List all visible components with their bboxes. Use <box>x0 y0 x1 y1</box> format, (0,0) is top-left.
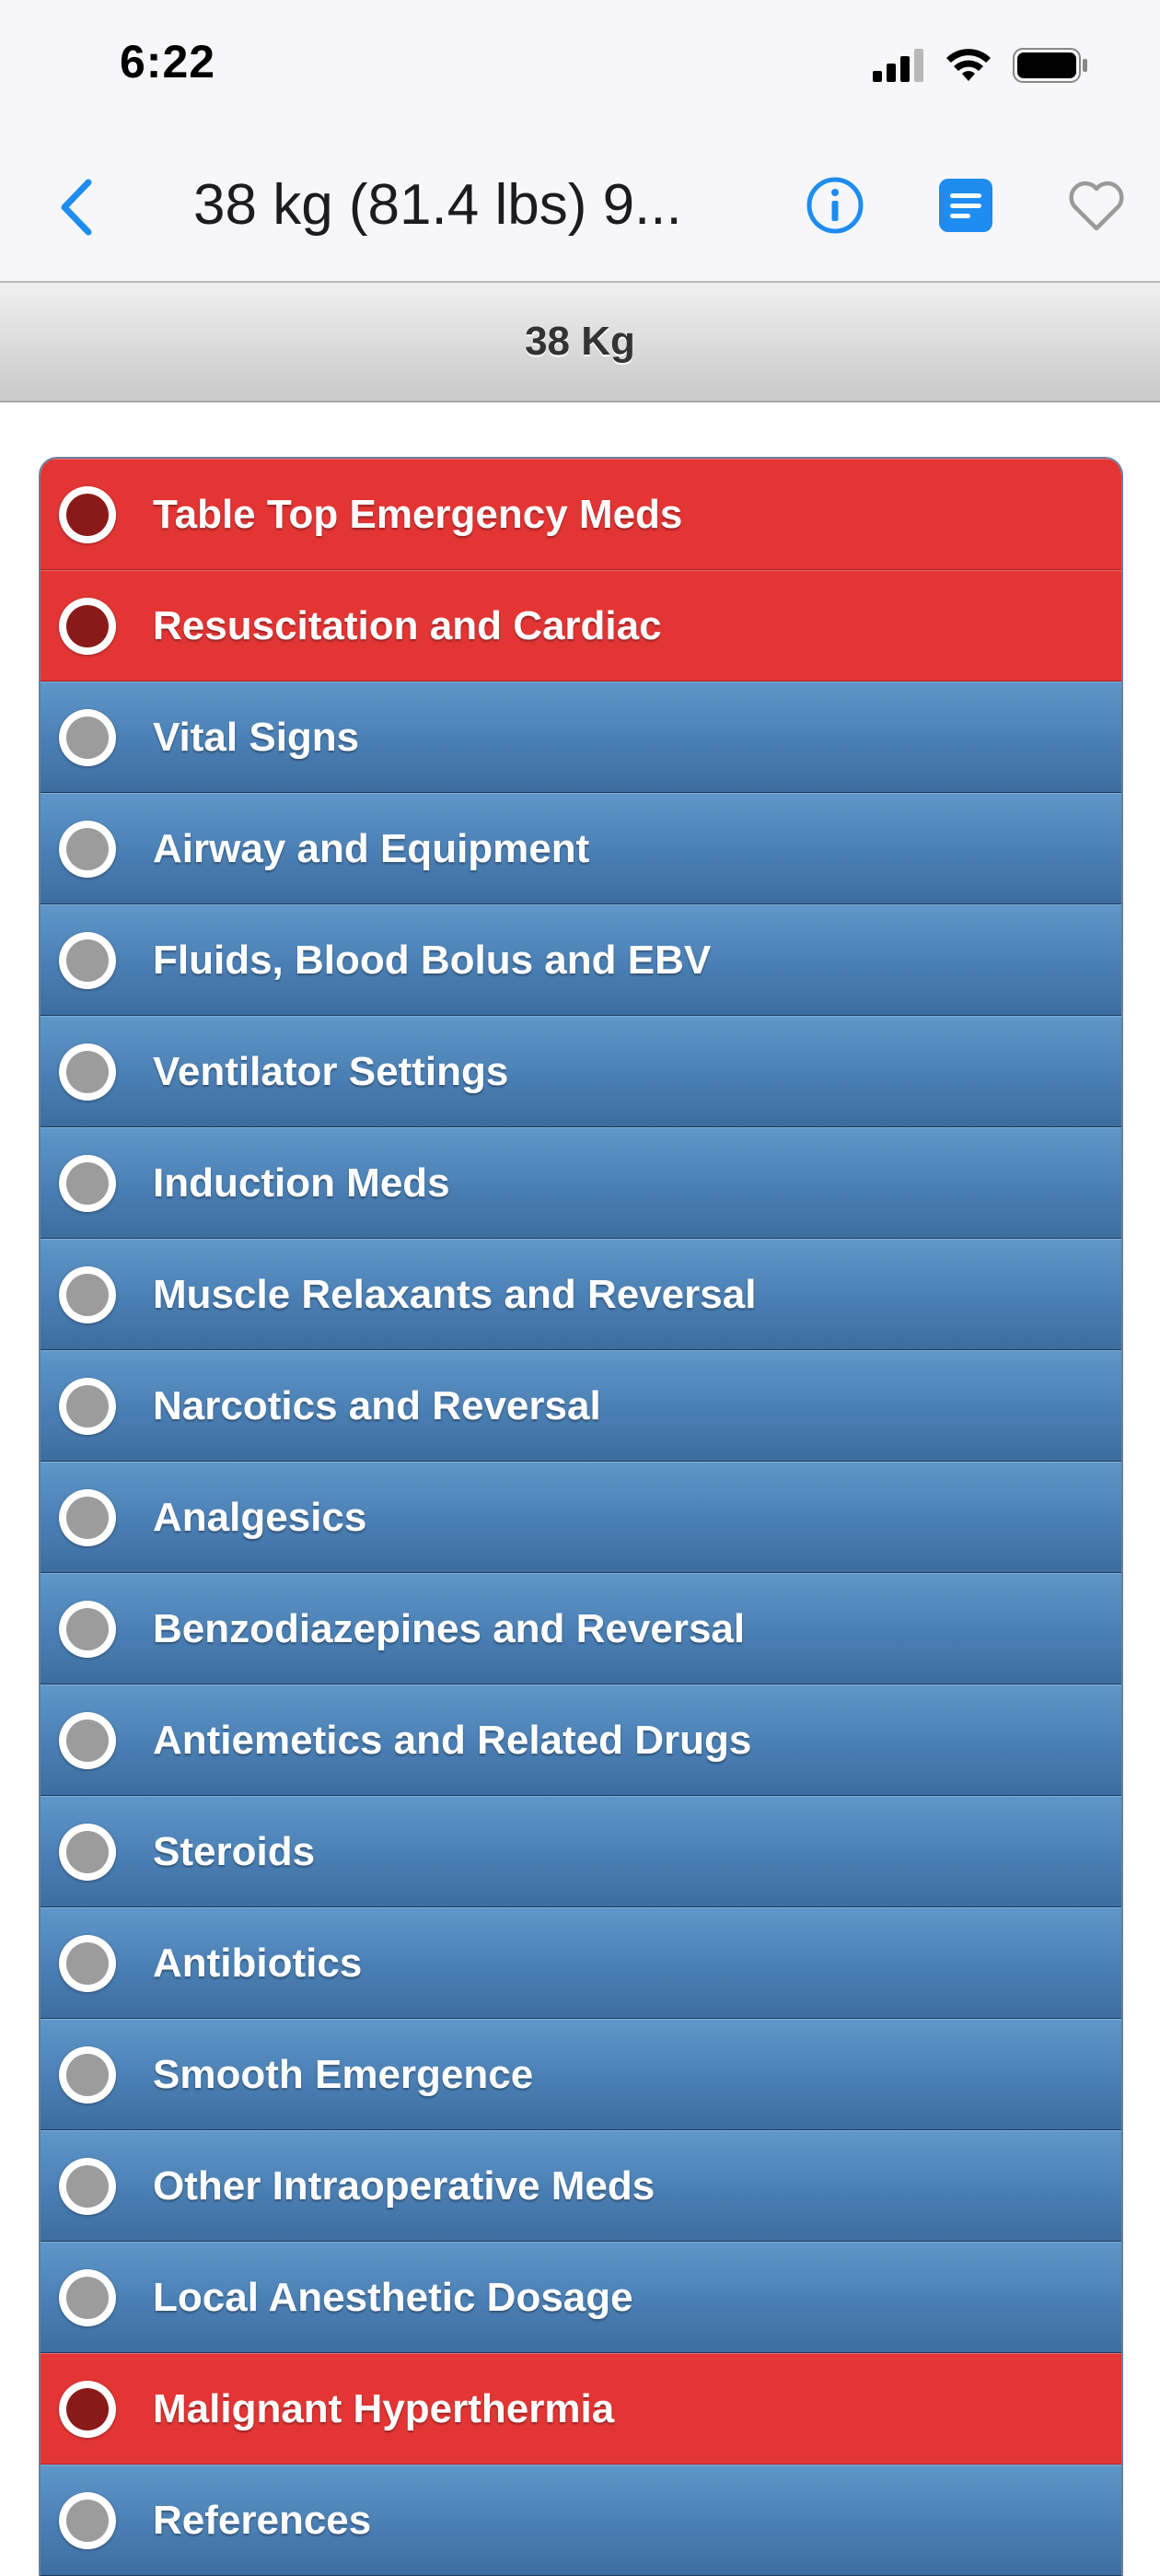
menu-item-muscle-relaxants-and-reversal[interactable]: Muscle Relaxants and Reversal <box>41 1239 1121 1350</box>
radio-indicator-icon <box>59 2380 116 2438</box>
menu-item-smooth-emergence[interactable]: Smooth Emergence <box>41 2019 1121 2130</box>
menu-item-table-top-emergency-meds[interactable]: Table Top Emergency Meds <box>41 459 1121 570</box>
menu-item-benzodiazepines-and-reversal[interactable]: Benzodiazepines and Reversal <box>41 1573 1121 1684</box>
menu-item-airway-and-equipment[interactable]: Airway and Equipment <box>41 793 1121 904</box>
menu-item-label: Ventilator Settings <box>153 1048 509 1094</box>
menu-item-references[interactable]: References <box>41 2465 1121 2576</box>
menu-item-ventilator-settings[interactable]: Ventilator Settings <box>41 1016 1121 1127</box>
menu-item-analgesics[interactable]: Analgesics <box>41 1462 1121 1573</box>
radio-indicator-icon <box>59 2157 116 2215</box>
menu-item-label: Local Anesthetic Dosage <box>153 2274 633 2320</box>
radio-indicator-icon <box>59 1934 116 1992</box>
radio-indicator-icon <box>59 1377 116 1435</box>
menu-item-steroids[interactable]: Steroids <box>41 1796 1121 1907</box>
menu-item-label: Table Top Emergency Meds <box>153 491 683 537</box>
status-icons <box>873 42 1088 88</box>
menu-item-label: Induction Meds <box>153 1160 450 1206</box>
menu-item-label: Malignant Hyperthermia <box>153 2385 615 2431</box>
weight-label: 38 Kg <box>525 319 635 364</box>
info-icon[interactable] <box>805 175 865 236</box>
radio-indicator-icon <box>59 1488 116 1546</box>
menu-item-label: Other Intraoperative Meds <box>153 2162 655 2209</box>
menu-item-label: Muscle Relaxants and Reversal <box>153 1271 757 1317</box>
menu-item-label: Resuscitation and Cardiac <box>153 602 662 648</box>
menu-item-label: Analgesics <box>153 1494 367 1540</box>
radio-indicator-icon <box>59 2491 116 2549</box>
menu-item-label: Fluids, Blood Bolus and EBV <box>153 937 712 983</box>
radio-indicator-icon <box>59 2268 116 2326</box>
radio-indicator-icon <box>59 931 116 989</box>
menu-item-label: Steroids <box>153 1828 316 1874</box>
menu-item-malignant-hyperthermia[interactable]: Malignant Hyperthermia <box>41 2353 1121 2465</box>
menu-item-label: Smooth Emergence <box>153 2051 534 2097</box>
status-time: 6:22 <box>120 36 216 87</box>
battery-icon <box>1013 48 1087 83</box>
radio-indicator-icon <box>59 2046 116 2104</box>
menu-item-label: Narcotics and Reversal <box>153 1382 601 1428</box>
radio-indicator-icon <box>59 1711 116 1769</box>
menu-item-other-intraoperative-meds[interactable]: Other Intraoperative Meds <box>41 2130 1121 2242</box>
section-menu-list: Table Top Emergency Meds Resuscitation a… <box>39 457 1123 2576</box>
status-bar: 6:22 <box>0 0 1160 129</box>
menu-item-label: References <box>153 2497 372 2543</box>
radio-indicator-icon <box>59 708 116 766</box>
chevron-left-icon[interactable] <box>52 175 107 239</box>
cellular-signal-icon <box>873 49 923 82</box>
navigation-bar: 38 kg (81.4 lbs) 9... <box>0 129 1160 281</box>
radio-indicator-icon <box>59 597 116 655</box>
page-title: 38 kg (81.4 lbs) 9... <box>193 173 682 237</box>
radio-indicator-icon <box>59 1823 116 1881</box>
heart-icon[interactable] <box>1066 175 1127 236</box>
notes-icon[interactable] <box>935 175 996 236</box>
menu-item-fluids-blood-bolus-and-ebv[interactable]: Fluids, Blood Bolus and EBV <box>41 904 1121 1016</box>
menu-item-label: Antibiotics <box>153 1940 363 1986</box>
radio-indicator-icon <box>59 1600 116 1658</box>
radio-indicator-icon <box>59 1043 116 1101</box>
menu-item-local-anesthetic-dosage[interactable]: Local Anesthetic Dosage <box>41 2242 1121 2353</box>
menu-item-label: Antiemetics and Related Drugs <box>153 1717 752 1763</box>
menu-item-antibiotics[interactable]: Antibiotics <box>41 1907 1121 2019</box>
menu-item-resuscitation-and-cardiac[interactable]: Resuscitation and Cardiac <box>41 570 1121 682</box>
radio-indicator-icon <box>59 820 116 878</box>
menu-item-vital-signs[interactable]: Vital Signs <box>41 682 1121 793</box>
weight-header: 38 Kg <box>0 281 1160 402</box>
radio-indicator-icon <box>59 485 116 543</box>
radio-indicator-icon <box>59 1154 116 1212</box>
menu-item-label: Airway and Equipment <box>153 825 590 871</box>
menu-item-label: Benzodiazepines and Reversal <box>153 1605 746 1651</box>
wifi-icon <box>946 49 991 81</box>
menu-item-antiemetics-and-related-drugs[interactable]: Antiemetics and Related Drugs <box>41 1684 1121 1796</box>
menu-item-label: Vital Signs <box>153 714 360 760</box>
radio-indicator-icon <box>59 1265 116 1323</box>
menu-item-narcotics-and-reversal[interactable]: Narcotics and Reversal <box>41 1350 1121 1462</box>
menu-item-induction-meds[interactable]: Induction Meds <box>41 1127 1121 1239</box>
